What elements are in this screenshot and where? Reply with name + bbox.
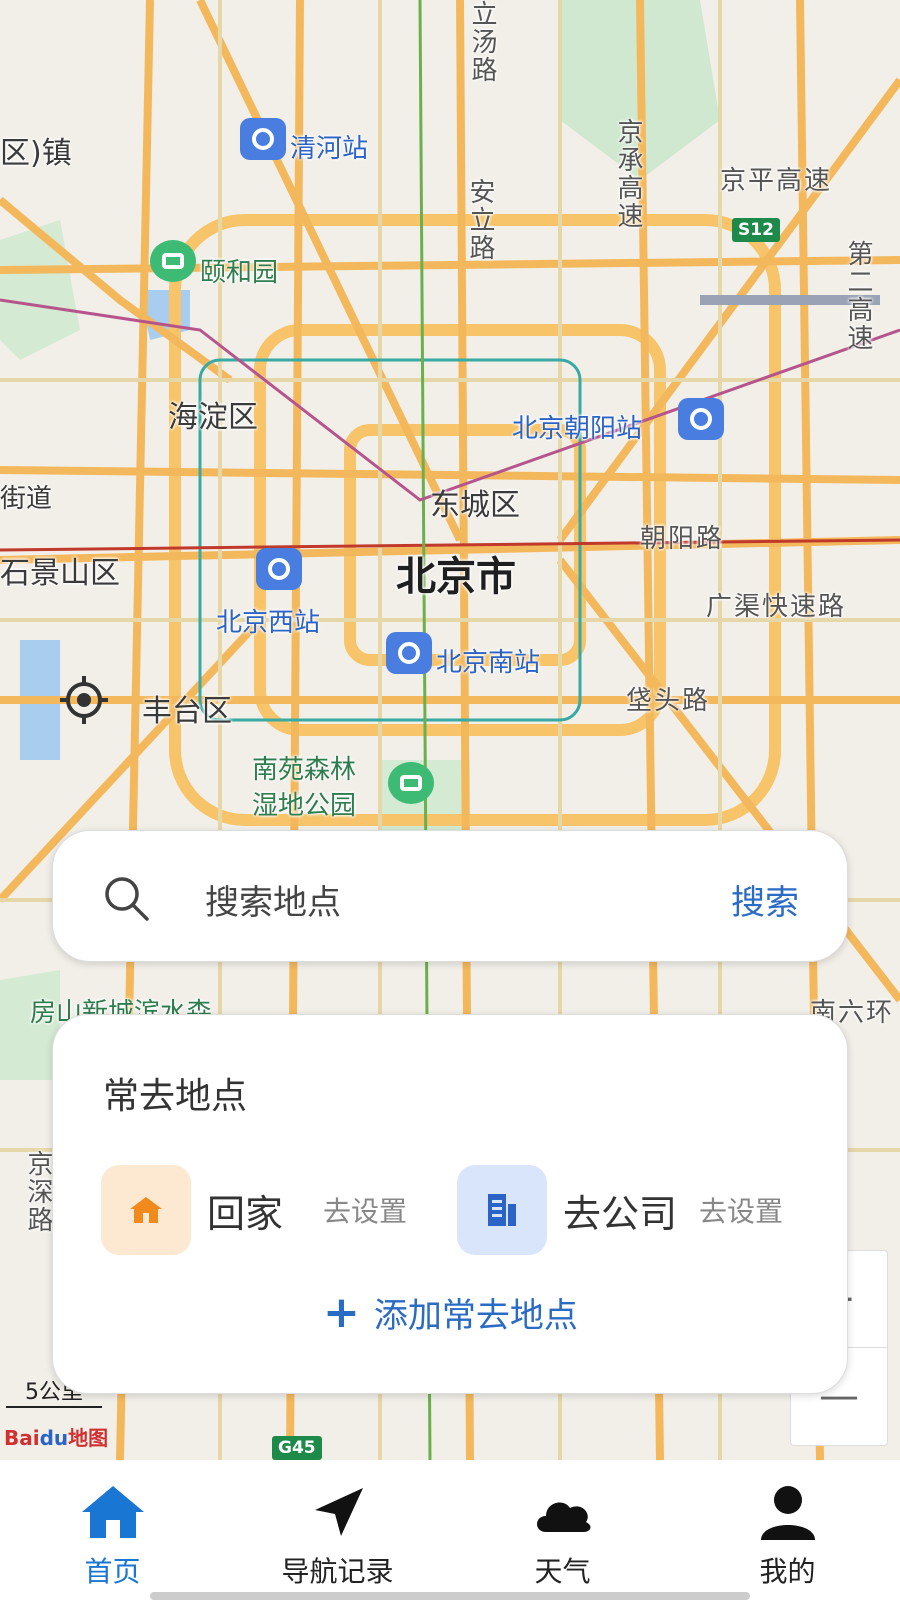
tab-weather[interactable]: 天气 — [450, 1460, 675, 1600]
tab-home-label: 首页 — [84, 1555, 141, 1588]
map-label-beijing-west-station[interactable]: 北京西站 — [216, 602, 320, 639]
map-label-ditou-road: 垡头路 — [626, 686, 711, 716]
tab-navigation-history[interactable]: 导航记录 — [225, 1460, 450, 1600]
user-icon — [760, 1486, 815, 1540]
map-label-beijing-chaoyang-station[interactable]: 北京朝阳站 — [512, 408, 642, 445]
map-label-anli-road: 安立路 — [465, 178, 495, 262]
logo-text: Bai — [4, 1426, 40, 1450]
highway-shield-s12: S12 — [732, 218, 780, 242]
home-set-link[interactable]: 去设置 — [323, 1190, 407, 1230]
train-station-icon[interactable] — [240, 118, 286, 164]
search-button[interactable]: 搜索 — [731, 875, 799, 924]
search-bar[interactable]: 搜索地点 搜索 — [52, 830, 848, 962]
train-station-icon[interactable] — [678, 398, 724, 444]
map-label-second-ring: 第二高速 — [843, 240, 873, 352]
tab-profile[interactable]: 我的 — [675, 1460, 900, 1600]
search-icon — [105, 877, 149, 921]
home-shortcut[interactable]: 回家 去设置 — [101, 1165, 407, 1255]
map-label-town: 区)镇 — [0, 136, 72, 171]
tab-home[interactable]: 首页 — [0, 1460, 225, 1600]
highway-shield-g45: G45 — [272, 1436, 322, 1460]
frequent-places-card: 常去地点 回家 去设置 去公司 去设置 + 添加常去地点 — [52, 1014, 848, 1394]
scenic-spot-icon[interactable] — [150, 240, 196, 286]
home-indicator — [150, 1592, 750, 1600]
add-frequent-place-label: 添加常去地点 — [373, 1296, 578, 1336]
map-label-qinghe-station[interactable]: 清河站 — [290, 128, 368, 165]
map-label-beijing-city: 北京市 — [396, 554, 516, 600]
map-label-yiheyuan[interactable]: 颐和园 — [200, 252, 278, 289]
map-label-dongcheng: 东城区 — [430, 488, 520, 523]
crosshair-icon — [60, 676, 108, 724]
work-shortcut[interactable]: 去公司 去设置 — [457, 1165, 783, 1255]
frequent-places-title: 常去地点 — [103, 1076, 248, 1117]
bottom-tab-bar: 首页 导航记录 天气 我的 — [0, 1460, 900, 1600]
logo-du: du — [39, 1426, 69, 1450]
map-label-guangqu-expressway: 广渠快速路 — [706, 592, 847, 622]
work-set-link[interactable]: 去设置 — [699, 1190, 783, 1230]
home-label: 回家 — [207, 1191, 284, 1236]
map-label-litang-road: 立汤路 — [467, 0, 497, 84]
building-icon — [457, 1165, 547, 1255]
map-label-jiedao: 街道 — [0, 484, 53, 514]
park-icon[interactable] — [388, 762, 434, 808]
home-icon — [101, 1165, 191, 1255]
home-icon — [81, 1486, 144, 1538]
train-station-icon[interactable] — [386, 632, 432, 678]
map-logo: Baidu地图 — [4, 1422, 108, 1451]
map-label-nanyuan-park[interactable]: 南苑森林 湿地公园 — [252, 752, 356, 824]
navigation-arrow-icon — [314, 1488, 363, 1536]
tab-weather-label: 天气 — [534, 1555, 591, 1588]
tab-profile-label: 我的 — [759, 1555, 816, 1588]
train-station-icon[interactable] — [256, 548, 302, 594]
cloud-icon — [536, 1502, 590, 1532]
map-label-haidian: 海淀区 — [168, 400, 258, 435]
logo-map: 地图 — [68, 1426, 109, 1450]
plus-icon: + — [323, 1287, 360, 1338]
map-label-chaoyang-road: 朝阳路 — [640, 524, 725, 554]
map-label-shijingshan: 石景山区 — [0, 556, 120, 591]
add-frequent-place-button[interactable]: + 添加常去地点 — [323, 1287, 578, 1338]
map-label-beijing-south-station[interactable]: 北京南站 — [436, 642, 540, 679]
work-label: 去公司 — [563, 1191, 678, 1236]
park-line-2: 湿地公园 — [252, 791, 357, 821]
locate-me-button[interactable] — [56, 672, 142, 758]
park-line-1: 南苑森林 — [252, 755, 357, 785]
map-label-jingping-expressway: 京平高速 — [720, 166, 833, 196]
map-label-jingcheng-expressway: 京承高速 — [613, 118, 643, 230]
tab-navigation-history-label: 导航记录 — [281, 1555, 394, 1588]
map-label-fengtai: 丰台区 — [142, 694, 232, 729]
search-input[interactable]: 搜索地点 — [205, 875, 341, 924]
